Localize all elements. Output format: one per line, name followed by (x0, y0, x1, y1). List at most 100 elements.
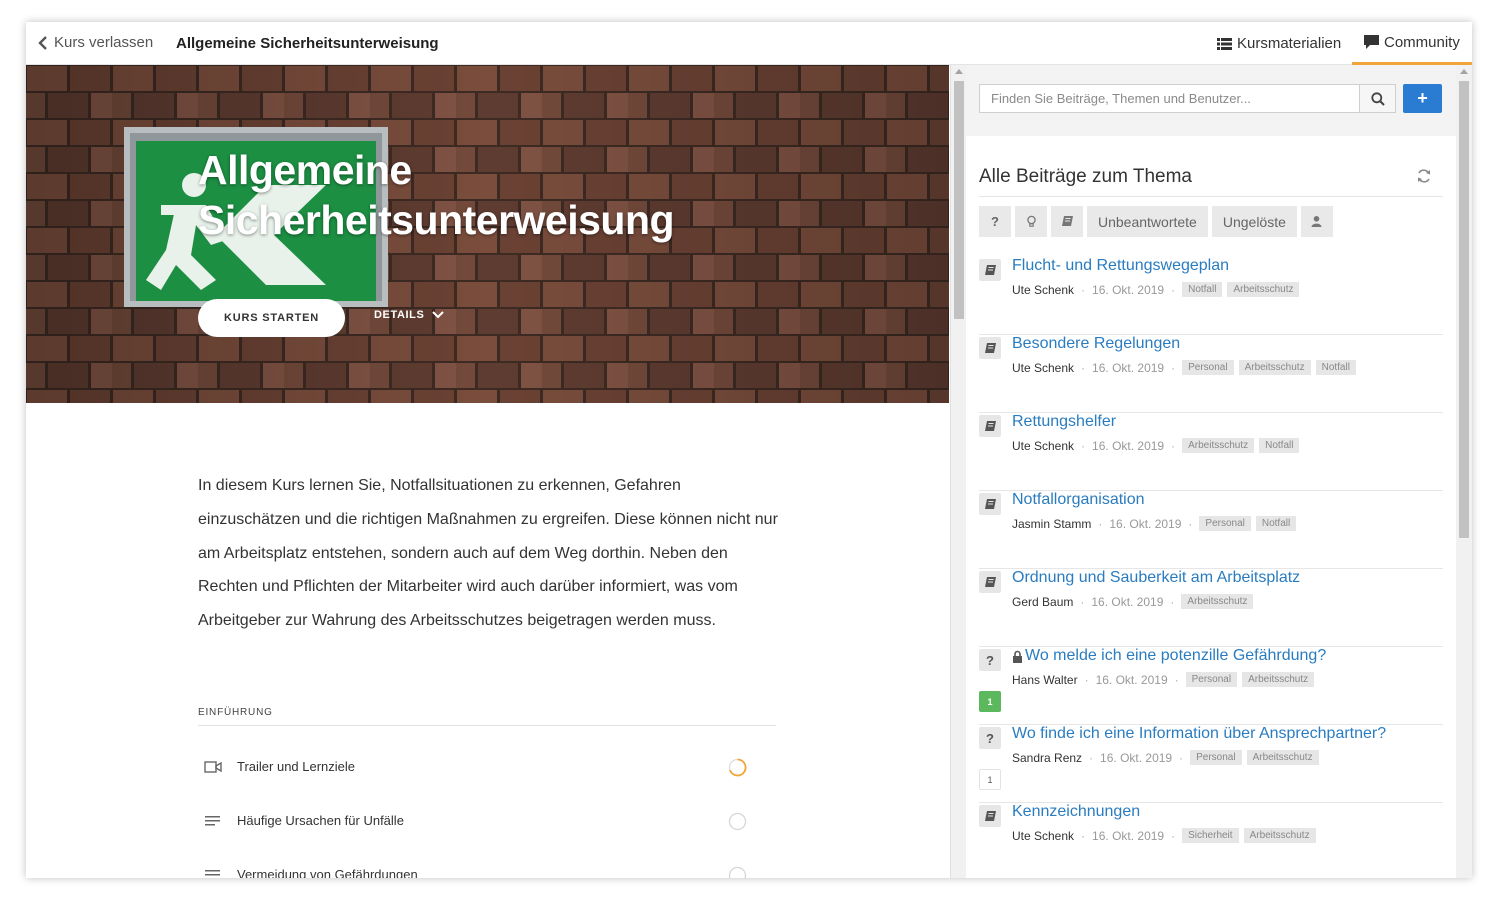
topic-tag[interactable]: Personal (1199, 516, 1251, 531)
scroll-up-arrow-icon[interactable] (955, 69, 963, 74)
lesson-item[interactable]: Häufige Ursachen für Unfälle (198, 806, 776, 836)
filter-ideas-button[interactable] (1015, 206, 1047, 237)
tab-community[interactable]: Community (1352, 22, 1472, 65)
topic-title-link[interactable]: Ordnung und Sauberkeit am Arbeitsplatz (1012, 569, 1300, 587)
lesson-item[interactable]: Vermeidung von Gefährdungen (198, 860, 776, 878)
comment-icon (1364, 35, 1379, 49)
article-icon (984, 264, 996, 275)
article-icon (984, 420, 996, 431)
article-icon (984, 576, 996, 587)
scrollbar-thumb[interactable] (1459, 81, 1469, 538)
search-button[interactable] (1360, 84, 1396, 113)
topic-tag[interactable]: Arbeitsschutz (1227, 282, 1300, 297)
topic-tag[interactable]: Arbeitsschutz (1243, 828, 1316, 843)
filter-questions-button[interactable]: ? (979, 206, 1011, 237)
meta-separator: · (1170, 594, 1175, 609)
community-pane-scrollbar[interactable] (1456, 65, 1472, 878)
topic-author[interactable]: Ute Schenk (1012, 829, 1074, 843)
community-pane: + Alle Beiträge zum Thema ? (966, 65, 1472, 878)
lesson-item[interactable]: Trailer und Lernziele (198, 752, 776, 782)
topic-tags: Personal Arbeitsschutz (1190, 750, 1319, 765)
topic-tag[interactable]: Personal (1185, 672, 1238, 687)
search-input[interactable] (979, 84, 1360, 113)
tab-course-materials[interactable]: Kursmaterialien (1217, 22, 1341, 65)
topic-tag[interactable]: Notfall (1182, 282, 1223, 297)
refresh-icon[interactable] (1416, 168, 1432, 184)
search-area: + (966, 65, 1456, 136)
top-bar: Kurs verlassen Allgemeine Sicherheitsunt… (26, 22, 1472, 65)
topic-tags: Arbeitsschutz (1181, 594, 1254, 609)
topic-row[interactable]: Rettungshelfer Ute Schenk · 16. Okt. 2019 · A… (979, 413, 1443, 491)
topic-title-link[interactable]: Kennzeichnungen (1012, 803, 1140, 821)
article-icon (984, 342, 996, 353)
lightbulb-icon (1026, 215, 1036, 227)
text-lines-icon (205, 870, 220, 876)
filter-unsolved-button[interactable]: Ungelöste (1211, 206, 1297, 237)
topic-title-link[interactable]: Besondere Regelungen (1012, 335, 1180, 353)
topic-tag[interactable]: Notfall (1259, 438, 1300, 453)
topic-author[interactable]: Sandra Renz (1012, 751, 1082, 765)
topic-row[interactable]: ? 1 Wo melde ich eine potenzille Gefährdun… (979, 647, 1443, 725)
list-icon (1217, 37, 1232, 50)
topic-author[interactable]: Ute Schenk (1012, 283, 1074, 297)
topic-title-link[interactable]: Flucht- und Rettungswegeplan (1012, 257, 1229, 275)
topic-title-link[interactable]: Wo finde ich eine Information über Anspr… (1012, 725, 1386, 743)
meta-separator: · (1089, 750, 1094, 765)
topic-list-heading: Alle Beiträge zum Thema (979, 166, 1192, 187)
progress-empty-icon (728, 866, 747, 878)
topic-meta: Gerd Baum · 16. Okt. 2019 · Arbeitsschutz (1012, 594, 1254, 609)
article-icon (984, 498, 996, 509)
topic-tag[interactable]: Arbeitsschutz (1181, 594, 1254, 609)
topic-tag[interactable]: Personal (1182, 360, 1234, 375)
topic-tags: Sicherheit Arbeitsschutz (1182, 828, 1316, 843)
search-icon (1370, 91, 1385, 106)
topic-tag[interactable]: Personal (1190, 750, 1242, 765)
details-label: DETAILS (374, 309, 425, 321)
filter-articles-button[interactable] (1051, 206, 1083, 237)
topic-row[interactable]: Notfallorganisation Jasmin Stamm · 16. Okt.… (979, 491, 1443, 569)
filter-unanswered-button[interactable]: Unbeantwortete (1087, 206, 1208, 237)
filter-my-posts-button[interactable] (1300, 206, 1333, 237)
topic-author[interactable]: Ute Schenk (1012, 439, 1074, 453)
scroll-up-arrow-icon[interactable] (1460, 69, 1468, 74)
video-icon (204, 761, 222, 773)
topic-title-link[interactable]: Wo melde ich eine potenzille Gefährdung? (1012, 647, 1326, 665)
topic-tag[interactable]: Sicherheit (1182, 828, 1239, 843)
section-divider (198, 725, 776, 726)
topic-row[interactable]: Flucht- und Rettungswegeplan Ute Schenk · 1… (979, 257, 1443, 335)
answer-count-badge: 1 (979, 769, 1001, 790)
leave-course-link[interactable]: Kurs verlassen (38, 34, 153, 51)
start-course-button[interactable]: KURS STARTEN (198, 299, 345, 337)
topic-tag[interactable]: Arbeitsschutz (1238, 360, 1311, 375)
topic-tag[interactable]: Arbeitsschutz (1246, 750, 1319, 765)
topic-title-link[interactable]: Notfallorganisation (1012, 491, 1145, 509)
topic-tag[interactable]: Notfall (1315, 360, 1356, 375)
topic-date: 16. Okt. 2019 (1095, 672, 1168, 687)
topic-tag[interactable]: Notfall (1255, 516, 1297, 531)
topic-tag[interactable]: Arbeitsschutz (1242, 672, 1315, 687)
meta-separator: · (1081, 828, 1086, 843)
topic-title-link[interactable]: Rettungshelfer (1012, 413, 1116, 431)
topic-row[interactable]: Kennzeichnungen Ute Schenk · 16. Okt. 2019 ·… (979, 803, 1443, 878)
topic-author[interactable]: Hans Walter (1012, 673, 1078, 687)
topic-author[interactable]: Gerd Baum (1012, 595, 1073, 609)
topic-tag[interactable]: Arbeitsschutz (1182, 438, 1255, 453)
article-type-badge (979, 415, 1001, 437)
topic-author[interactable]: Ute Schenk (1012, 361, 1074, 375)
add-post-button[interactable]: + (1403, 84, 1442, 113)
details-button[interactable]: DETAILS (374, 309, 445, 321)
topic-tags: Personal Arbeitsschutz (1185, 672, 1315, 687)
topic-author[interactable]: Jasmin Stamm (1012, 517, 1091, 531)
hero-title: Allgemeine Sicherheitsunterweisung (198, 147, 675, 243)
topic-meta: Ute Schenk · 16. Okt. 2019 · Arbeitsschutz No… (1012, 438, 1300, 453)
meta-separator: · (1188, 516, 1193, 531)
topic-row[interactable]: Besondere Regelungen Ute Schenk · 16. Okt. … (979, 335, 1443, 413)
scrollbar-thumb[interactable] (954, 81, 964, 319)
heading-divider (979, 196, 1443, 197)
progress-empty-icon (728, 812, 747, 831)
topic-title: Wo finde ich eine Information über Anspr… (1012, 725, 1387, 742)
topic-row[interactable]: ? 1 Wo finde ich eine Information über Ans… (979, 725, 1443, 803)
topic-row[interactable]: Ordnung und Sauberkeit am Arbeitsplatz Ge… (979, 569, 1443, 647)
course-pane-scrollbar[interactable] (950, 65, 966, 878)
topic-date: 16. Okt. 2019 (1092, 438, 1165, 453)
